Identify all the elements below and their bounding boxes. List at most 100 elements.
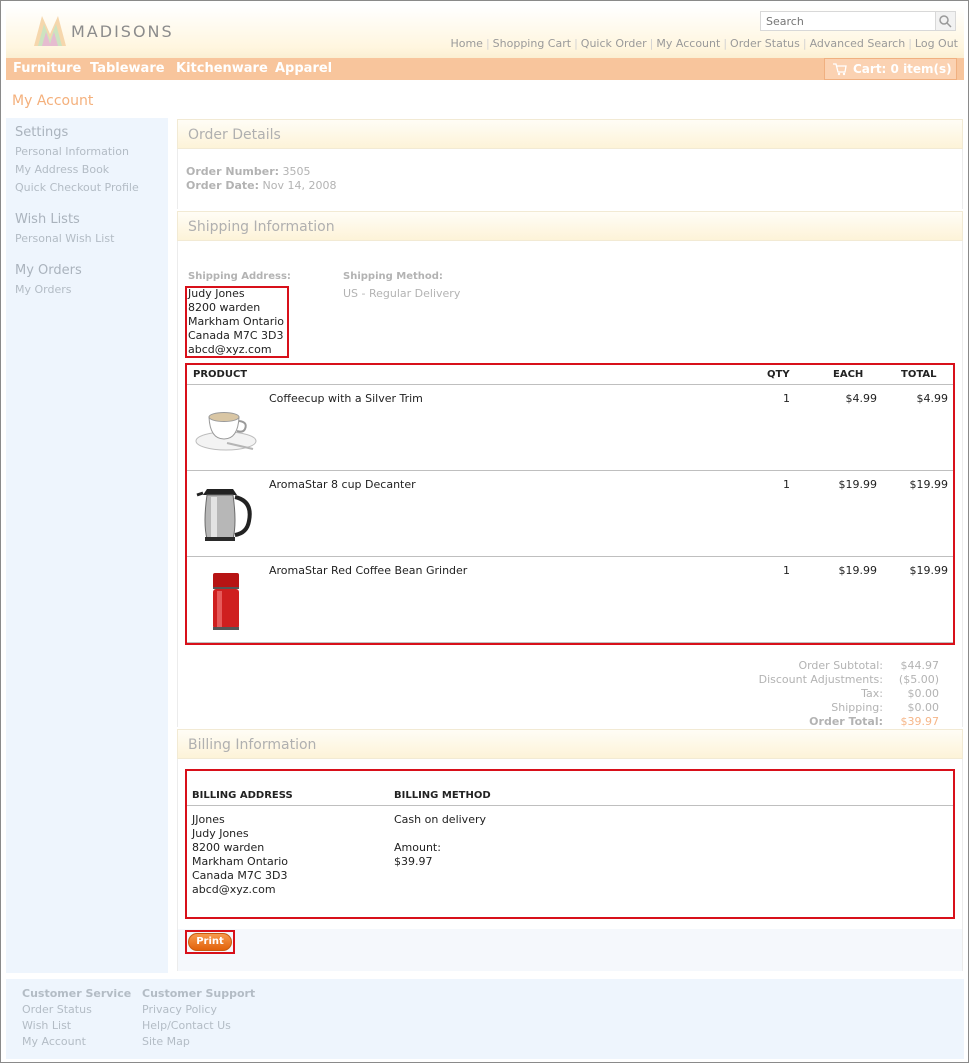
product-row: AromaStar 8 cup Decanter 1 $19.99 $19.99 — [187, 471, 953, 557]
subtotal-label: Order Subtotal: — [798, 659, 883, 672]
sidebar-item-personal-wish-list[interactable]: Personal Wish List — [15, 232, 114, 245]
cart-label: Cart: 0 item(s) — [853, 62, 952, 76]
nav-tableware[interactable]: Tableware — [90, 61, 165, 76]
billing-method-value: Cash on delivery — [394, 813, 486, 826]
sidebar-item-personal-information[interactable]: Personal Information — [15, 145, 129, 158]
order-date: Order Date: Nov 14, 2008 — [186, 179, 337, 192]
products-table-header: PRODUCT QTY EACH TOTAL — [187, 365, 953, 385]
product-name[interactable]: AromaStar Red Coffee Bean Grinder — [269, 564, 467, 577]
product-total: $19.99 — [909, 564, 949, 577]
billing-amount-label: Amount: — [394, 841, 441, 854]
tax-label: Tax: — [861, 687, 883, 700]
shipping-method-value: US - Regular Delivery — [343, 287, 461, 300]
footer-link-help-contact[interactable]: Help/Contact Us — [142, 1019, 231, 1032]
billing-highlight — [185, 769, 955, 919]
print-button[interactable]: Print — [188, 933, 232, 951]
account-sidebar: Settings Personal Information My Address… — [6, 118, 168, 973]
brand-name: MADISONS — [71, 22, 174, 41]
shipping-cost-label: Shipping: — [831, 701, 883, 714]
shipping-address-line: Judy Jones — [188, 287, 245, 300]
billing-divider — [187, 805, 953, 806]
order-total-value: $39.97 — [900, 715, 940, 728]
search-button[interactable] — [935, 12, 955, 30]
shipping-address-label: Shipping Address: — [188, 271, 291, 282]
billing-method-header: BILLING METHOD — [394, 790, 491, 801]
billing-address-line: JJones — [192, 813, 225, 826]
search-input[interactable] — [762, 13, 932, 29]
footer-link-order-status[interactable]: Order Status — [22, 1003, 92, 1016]
shipping-address-line: Canada M7C 3D3 — [188, 329, 284, 342]
nav-kitchenware[interactable]: Kitchenware — [176, 61, 268, 76]
nav-furniture[interactable]: Furniture — [13, 61, 81, 76]
billing-info-header: Billing Information — [177, 729, 963, 759]
sidebar-heading-my-orders: My Orders — [15, 263, 82, 278]
link-advanced-search[interactable]: Advanced Search — [810, 37, 906, 50]
col-each: EACH — [833, 369, 864, 380]
sidebar-item-my-orders[interactable]: My Orders — [15, 283, 72, 296]
shipping-cost-value: $0.00 — [907, 701, 940, 714]
product-total: $4.99 — [916, 392, 949, 405]
product-row: AromaStar Red Coffee Bean Grinder 1 $19.… — [187, 557, 953, 643]
footer-link-privacy-policy[interactable]: Privacy Policy — [142, 1003, 217, 1016]
product-each: $19.99 — [838, 564, 878, 577]
order-number: Order Number: 3505 — [186, 165, 311, 178]
discount-value: ($5.00) — [898, 673, 939, 686]
site-header: MADISONS Home|Shopping Cart|Quick Order|… — [6, 6, 964, 58]
link-quick-order[interactable]: Quick Order — [581, 37, 647, 50]
footer-link-wish-list[interactable]: Wish List — [22, 1019, 71, 1032]
grinder-icon[interactable] — [193, 569, 259, 633]
shipping-address-line: 8200 warden — [188, 301, 261, 314]
product-qty: 1 — [783, 564, 790, 577]
category-nav: Furniture Tableware Kitchenware Apparel … — [6, 58, 964, 80]
order-number-value: 3505 — [282, 165, 311, 178]
billing-footer-strip — [178, 929, 962, 971]
cart-button[interactable]: Cart: 0 item(s) — [824, 58, 957, 80]
link-log-out[interactable]: Log Out — [915, 37, 958, 50]
link-home[interactable]: Home — [450, 37, 482, 50]
link-shopping-cart[interactable]: Shopping Cart — [493, 37, 571, 50]
order-details-header: Order Details — [177, 119, 963, 149]
shipping-method-label: Shipping Method: — [343, 271, 443, 282]
col-product: PRODUCT — [193, 369, 248, 380]
link-order-status[interactable]: Order Status — [730, 37, 800, 50]
product-qty: 1 — [783, 478, 790, 491]
order-date-label: Order Date: — [186, 179, 260, 192]
order-details-body: Order Number: 3505 Order Date: Nov 14, 2… — [177, 149, 963, 209]
billing-address-line: Judy Jones — [192, 827, 249, 840]
link-my-account[interactable]: My Account — [656, 37, 720, 50]
sidebar-heading-settings: Settings — [15, 125, 69, 140]
product-name[interactable]: Coffeecup with a Silver Trim — [269, 392, 423, 405]
footer-link-site-map[interactable]: Site Map — [142, 1035, 190, 1048]
shipping-address-line: Markham Ontario — [188, 315, 285, 328]
product-each: $19.99 — [838, 478, 878, 491]
coffee-cup-icon[interactable] — [193, 397, 259, 461]
sidebar-item-quick-checkout[interactable]: Quick Checkout Profile — [15, 181, 139, 194]
billing-amount-value: $39.97 — [394, 855, 433, 868]
footer-link-my-account[interactable]: My Account — [22, 1035, 86, 1048]
billing-address-line: abcd@xyz.com — [192, 883, 276, 896]
page-title: My Account — [12, 93, 94, 109]
footer-heading-customer-support: Customer Support — [142, 987, 256, 1000]
col-qty: QTY — [767, 369, 790, 380]
order-details-title: Order Details — [188, 127, 281, 143]
footer-heading-customer-service: Customer Service — [22, 987, 132, 1000]
billing-address-line: Canada M7C 3D3 — [192, 869, 288, 882]
product-qty: 1 — [783, 392, 790, 405]
order-total-label: Order Total: — [809, 715, 883, 728]
subtotal-value: $44.97 — [900, 659, 940, 672]
product-name[interactable]: AromaStar 8 cup Decanter — [269, 478, 416, 491]
order-date-value: Nov 14, 2008 — [262, 179, 337, 192]
decanter-icon[interactable] — [193, 483, 259, 547]
product-row: Coffeecup with a Silver Trim 1 $4.99 $4.… — [187, 385, 953, 471]
sidebar-item-address-book[interactable]: My Address Book — [15, 163, 109, 176]
tax-value: $0.00 — [907, 687, 940, 700]
nav-apparel[interactable]: Apparel — [275, 61, 332, 76]
cart-icon — [833, 63, 847, 76]
billing-address-line: Markham Ontario — [192, 855, 289, 868]
order-number-label: Order Number: — [186, 165, 280, 178]
billing-address-line: 8200 warden — [192, 841, 265, 854]
page-frame: MADISONS Home|Shopping Cart|Quick Order|… — [0, 0, 969, 1063]
product-each: $4.99 — [845, 392, 878, 405]
billing-address-header: BILLING ADDRESS — [192, 790, 293, 801]
site-footer: Customer Service Order Status Wish List … — [6, 979, 964, 1059]
